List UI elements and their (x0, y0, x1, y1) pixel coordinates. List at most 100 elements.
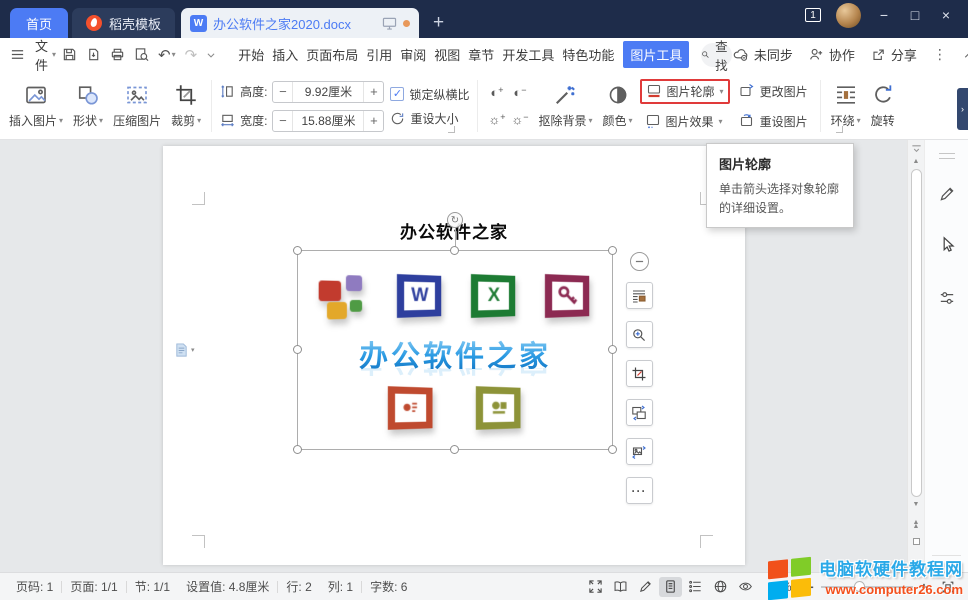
compress-picture-button[interactable]: 压缩图片 (108, 76, 166, 136)
increase-brightness-button[interactable]: ☼+ (488, 112, 505, 127)
status-column[interactable]: 列: 1 (320, 578, 361, 595)
print-preview-icon[interactable] (134, 47, 149, 62)
scroll-up-arrow[interactable]: ▲ (913, 158, 920, 165)
resize-handle-nw[interactable] (293, 246, 302, 255)
menu-item-home[interactable]: 开始 (236, 42, 266, 67)
rotate-button[interactable]: 旋转 (866, 76, 900, 136)
insert-picture-button[interactable]: 插入图片▾ (4, 76, 68, 136)
reset-size-button[interactable]: 重设大小 (390, 110, 469, 127)
resize-handle-w[interactable] (293, 345, 302, 354)
menu-item-section[interactable]: 章节 (466, 42, 496, 67)
change-picture-button[interactable]: 更改图片 (734, 79, 813, 104)
scroll-down-arrow[interactable]: ▼ (913, 501, 920, 508)
hamburger-icon[interactable] (10, 47, 25, 62)
new-tab-button[interactable]: + (433, 8, 444, 38)
increase-contrast-button[interactable]: ◐+ (490, 85, 503, 100)
tab-home[interactable]: 首页 (10, 8, 68, 38)
previous-page-button[interactable]: ▲▲ (913, 521, 920, 529)
menu-item-dev-tools[interactable]: 开发工具 (500, 42, 556, 67)
height-value[interactable]: 9.92厘米 (292, 82, 364, 102)
tab-document[interactable]: W 办公软件之家2020.docx (181, 8, 419, 38)
chevron-down-icon[interactable] (206, 50, 216, 60)
page-margin-widget[interactable]: ▾ (174, 342, 195, 358)
fit-window-icon[interactable] (584, 577, 607, 597)
width-increment-button[interactable]: + (364, 111, 383, 131)
status-setting-value[interactable]: 设置值: 4.8厘米 (178, 578, 277, 595)
wrap-button[interactable]: 环绕▾ (826, 76, 866, 136)
more-options-button[interactable]: ··· (626, 477, 653, 504)
close-button[interactable]: × (938, 7, 954, 23)
sync-status-button[interactable]: 未同步 (732, 45, 793, 64)
minimize-button[interactable]: − (876, 7, 892, 23)
menu-item-references[interactable]: 引用 (364, 42, 394, 67)
select-browse-object-button[interactable] (913, 538, 920, 545)
picture-effects-button[interactable]: 图片效果 ▾ (640, 109, 730, 134)
export-pdf-icon[interactable] (86, 47, 101, 62)
window-manage-icon[interactable]: 1 (805, 8, 821, 22)
status-line[interactable]: 行: 2 (278, 578, 319, 595)
dialog-launcher-icon[interactable] (836, 126, 843, 133)
menu-item-view[interactable]: 视图 (432, 42, 462, 67)
vertical-scrollbar[interactable]: ▲ ▼ ▲▲ (907, 140, 924, 572)
menu-item-insert[interactable]: 插入 (270, 42, 300, 67)
zoom-in-button[interactable] (626, 321, 653, 348)
convert-picture-button[interactable] (626, 438, 653, 465)
picture-outline-button[interactable]: 图片轮廓 ▾ (640, 79, 730, 104)
avatar[interactable] (836, 3, 861, 28)
page-view-icon-active[interactable] (659, 577, 682, 597)
height-decrement-button[interactable]: − (273, 82, 292, 102)
undo-button[interactable]: ↶▾ (158, 46, 176, 64)
save-icon[interactable] (62, 47, 77, 62)
lock-aspect-ratio-checkbox[interactable]: ✓ 锁定纵横比 (390, 86, 469, 103)
status-section[interactable]: 节: 1/1 (127, 578, 178, 595)
print-icon[interactable] (110, 47, 125, 62)
menu-item-special-features[interactable]: 特色功能 (560, 42, 616, 67)
select-cursor-icon[interactable] (925, 227, 968, 261)
resize-handle-se[interactable] (608, 445, 617, 454)
write-mode-icon[interactable] (634, 577, 657, 597)
reset-picture-button[interactable]: 重设图片 (734, 109, 813, 134)
monitor-icon[interactable] (382, 17, 397, 30)
dialog-launcher-icon[interactable] (448, 126, 455, 133)
remove-background-button[interactable]: 抠除背景▾ (533, 76, 597, 136)
outline-view-icon[interactable] (684, 577, 707, 597)
status-page-number[interactable]: 页码: 1 (8, 578, 61, 595)
layout-options-button[interactable] (626, 282, 653, 309)
resize-handle-ne[interactable] (608, 246, 617, 255)
file-menu[interactable]: 文件▾ (35, 36, 56, 74)
ribbon-expander[interactable]: › (957, 88, 968, 130)
settings-sliders-icon[interactable] (925, 281, 968, 315)
collapse-ribbon-icon[interactable] (963, 50, 968, 60)
search-box[interactable]: 查找 (701, 43, 732, 67)
resize-handle-e[interactable] (608, 345, 617, 354)
more-menu-icon[interactable]: ⋮ (933, 46, 947, 63)
annotate-pen-icon[interactable] (925, 177, 968, 211)
share-button[interactable]: 分享 (871, 45, 917, 64)
color-button[interactable]: 颜色▾ (598, 76, 638, 136)
crop-button[interactable]: 裁剪▾ (166, 76, 206, 136)
tab-docer-templates[interactable]: 稻壳模板 (72, 8, 175, 38)
rotation-handle[interactable]: ↻ (447, 212, 463, 228)
decrease-brightness-button[interactable]: ☼− (511, 112, 528, 127)
menu-item-page-layout[interactable]: 页面布局 (304, 42, 360, 67)
read-mode-icon[interactable] (609, 577, 632, 597)
maximize-button[interactable]: □ (907, 7, 923, 23)
redo-button[interactable]: ↷ (185, 46, 198, 64)
status-page-count[interactable]: 页面: 1/1 (62, 578, 125, 595)
shapes-button[interactable]: 形状▾ (68, 76, 108, 136)
height-increment-button[interactable]: + (364, 82, 383, 102)
web-view-icon[interactable] (709, 577, 732, 597)
menu-item-review[interactable]: 审阅 (398, 42, 428, 67)
collaborate-button[interactable]: 协作 (809, 45, 855, 64)
change-picture-button-floating[interactable] (626, 399, 653, 426)
selected-image-frame[interactable]: ↻ W X 办公软件之家 办公软件之家 (297, 250, 613, 450)
width-value[interactable]: 15.88厘米 (292, 111, 364, 131)
decrease-contrast-button[interactable]: ◐− (513, 85, 526, 100)
scrollbar-thumb[interactable] (911, 169, 922, 497)
menu-item-picture-tools-active[interactable]: 图片工具 (623, 41, 689, 68)
resize-handle-s[interactable] (450, 445, 459, 454)
resize-handle-sw[interactable] (293, 445, 302, 454)
rail-handle[interactable] (939, 153, 955, 159)
width-decrement-button[interactable]: − (273, 111, 292, 131)
collapse-toolbar-button[interactable] (630, 252, 649, 271)
